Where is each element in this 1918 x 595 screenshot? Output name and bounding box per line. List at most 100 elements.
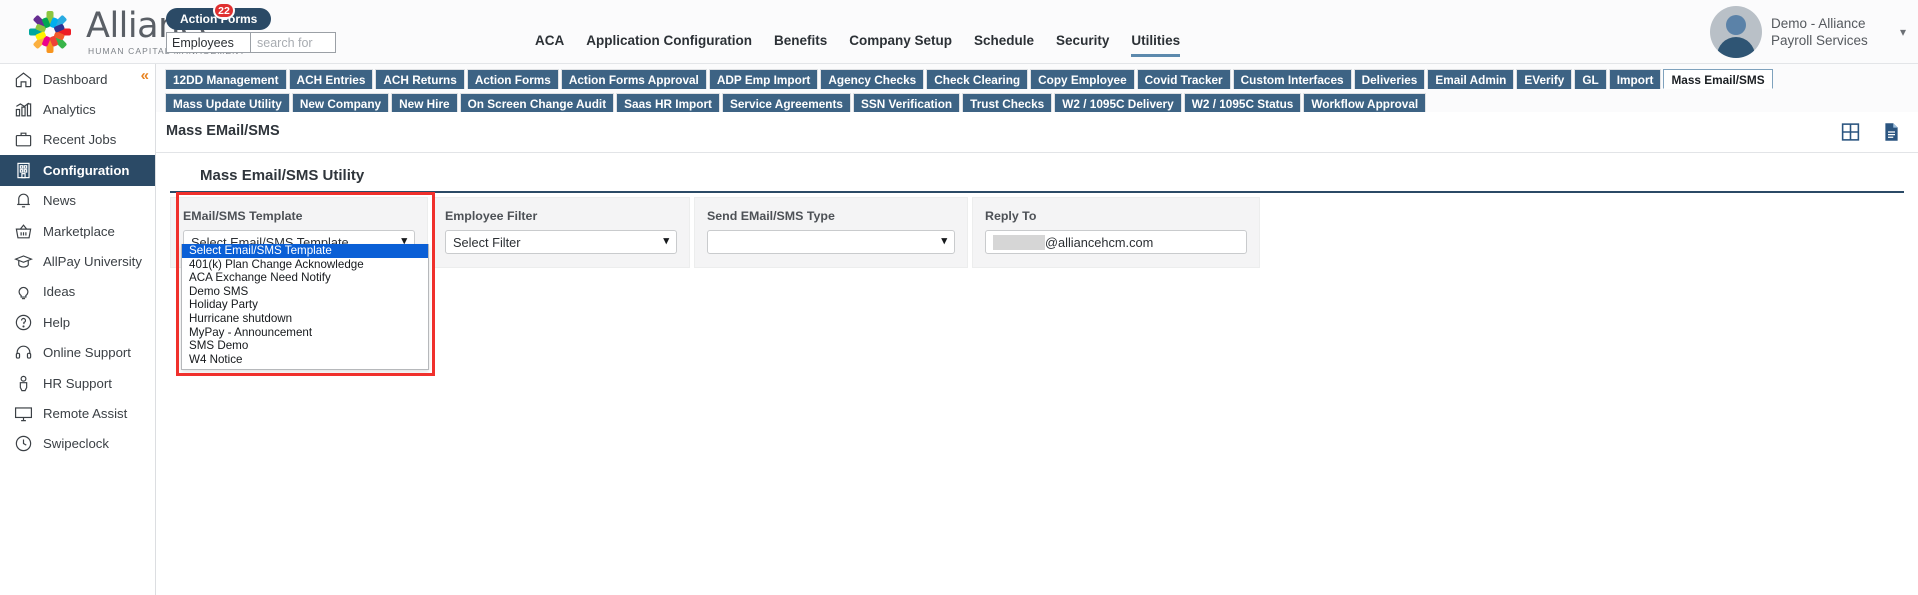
employee-filter-label: Employee Filter bbox=[445, 209, 538, 223]
utility-tab[interactable]: Mass Email/SMS bbox=[1663, 69, 1773, 89]
utility-tab[interactable]: Workflow Approval bbox=[1303, 93, 1427, 113]
question-circle-icon bbox=[15, 314, 32, 331]
nav-item-schedule[interactable]: Schedule bbox=[974, 33, 1034, 54]
sidebar-item-marketplace[interactable]: Marketplace bbox=[0, 216, 155, 246]
reply-to-label: Reply To bbox=[985, 209, 1037, 223]
sidebar-item-ideas[interactable]: Ideas bbox=[0, 277, 155, 307]
user-name: Demo - Alliance Payroll Services bbox=[1770, 16, 1868, 48]
user-menu[interactable]: Demo - Alliance Payroll Services ▾ bbox=[1709, 6, 1906, 58]
utility-tab[interactable]: Custom Interfaces bbox=[1232, 69, 1352, 89]
email-template-option[interactable]: 401(k) Plan Change Acknowledge bbox=[182, 258, 428, 272]
utility-tab[interactable]: ACH Returns bbox=[375, 69, 465, 89]
sidebar-item-label: HR Support bbox=[43, 375, 112, 391]
utility-tab[interactable]: Covid Tracker bbox=[1136, 69, 1231, 89]
redacted-value-block bbox=[993, 234, 1045, 250]
section-title: Mass Email/SMS Utility bbox=[200, 167, 365, 184]
document-icon[interactable] bbox=[1881, 121, 1902, 143]
reply-to-domain: @alliancehcm.com bbox=[1045, 234, 1154, 250]
sidebar-item-help[interactable]: Help bbox=[0, 307, 155, 337]
utility-tab[interactable]: New Hire bbox=[391, 93, 458, 113]
send-type-panel: Send EMail/SMS Type ▾ bbox=[694, 197, 968, 268]
utility-tab[interactable]: Action Forms bbox=[466, 69, 559, 89]
sidebar-item-news[interactable]: News bbox=[0, 186, 155, 216]
basket-icon bbox=[15, 223, 32, 239]
sidebar-collapse-icon[interactable]: « bbox=[141, 68, 149, 83]
chevron-down-icon[interactable]: ▾ bbox=[1900, 25, 1906, 39]
sidebar-item-configuration[interactable]: Configuration bbox=[0, 155, 155, 186]
nav-item-company-setup[interactable]: Company Setup bbox=[849, 33, 952, 54]
utility-tab[interactable]: W2 / 1095C Status bbox=[1183, 93, 1302, 113]
sidebar-item-dashboard[interactable]: Dashboard bbox=[0, 64, 155, 94]
search-input[interactable] bbox=[251, 33, 335, 52]
sidebar-item-label: Dashboard bbox=[43, 71, 108, 87]
utility-tab[interactable]: W2 / 1095C Delivery bbox=[1054, 93, 1182, 113]
utility-tab[interactable]: Check Clearing bbox=[926, 69, 1029, 89]
email-template-option[interactable]: MyPay - Announcement bbox=[182, 326, 428, 340]
utility-tab[interactable]: Import bbox=[1608, 69, 1662, 89]
utility-tab[interactable]: Service Agreements bbox=[721, 93, 851, 113]
sidebar-item-allpay-university[interactable]: AllPay University bbox=[0, 246, 155, 276]
home-icon bbox=[15, 72, 32, 87]
utility-tab[interactable]: Mass Update Utility bbox=[165, 93, 290, 113]
utility-tab[interactable]: ACH Entries bbox=[288, 69, 374, 89]
utilities-tab-zone: 12DD Management ACH Entries ACH Returns Act… bbox=[156, 64, 1918, 113]
headset-icon bbox=[15, 345, 32, 359]
send-type-label: Send EMail/SMS Type bbox=[707, 209, 835, 223]
sidebar-item-remote-assist[interactable]: Remote Assist bbox=[0, 398, 155, 428]
email-template-option[interactable]: ACA Exchange Need Notify bbox=[182, 271, 428, 285]
email-template-option[interactable]: Demo SMS bbox=[182, 285, 428, 299]
sidebar-item-label: Ideas bbox=[43, 284, 76, 300]
nav-item-application-configuration[interactable]: Application Configuration bbox=[586, 33, 752, 54]
utility-tab[interactable]: Copy Employee bbox=[1030, 69, 1135, 89]
utility-tab[interactable]: SSN Verification bbox=[853, 93, 961, 113]
nav-item-utilities[interactable]: Utilities bbox=[1131, 33, 1181, 57]
sidebar-item-label: Recent Jobs bbox=[43, 132, 117, 148]
search-scope-select[interactable]: Employees bbox=[167, 33, 251, 52]
send-type-select[interactable]: ▾ bbox=[707, 230, 955, 254]
global-search-group[interactable]: Employees bbox=[166, 32, 336, 53]
sidebar-item-label: Swipeclock bbox=[43, 436, 109, 452]
utility-tab[interactable]: Saas HR Import bbox=[616, 93, 720, 113]
sidebar-item-swipeclock[interactable]: Swipeclock bbox=[0, 429, 155, 459]
main-content: Mass Email/SMS Utility EMail/SMS Templat… bbox=[156, 153, 1918, 595]
utility-tab[interactable]: On Screen Change Audit bbox=[459, 93, 615, 113]
utility-tab[interactable]: 12DD Management bbox=[165, 69, 287, 89]
page-header-actions bbox=[1840, 121, 1902, 143]
grid-view-icon[interactable] bbox=[1840, 121, 1861, 143]
email-template-option[interactable]: W4 Notice bbox=[182, 353, 428, 367]
left-sidebar: « Dashboard Analytics Recent Jobs Config… bbox=[0, 64, 156, 595]
chart-icon bbox=[15, 102, 32, 117]
building-icon bbox=[17, 162, 30, 179]
reply-to-input[interactable]: @alliancehcm.com bbox=[985, 230, 1247, 254]
utility-tab[interactable]: Deliveries bbox=[1353, 69, 1426, 89]
avatar bbox=[1709, 6, 1762, 58]
sidebar-item-recent-jobs[interactable]: Recent Jobs bbox=[0, 125, 155, 155]
email-template-option[interactable]: Select Email/SMS Template bbox=[182, 244, 428, 258]
nav-item-security[interactable]: Security bbox=[1056, 33, 1109, 54]
utility-tab[interactable]: ADP Emp Import bbox=[708, 69, 819, 89]
person-icon bbox=[19, 375, 28, 391]
email-template-option[interactable]: Hurricane shutdown bbox=[182, 312, 428, 326]
utility-tab[interactable]: New Company bbox=[291, 93, 390, 113]
utility-tab[interactable]: Action Forms Approval bbox=[560, 69, 707, 89]
utility-tab[interactable]: Trust Checks bbox=[962, 93, 1053, 113]
bell-icon bbox=[17, 193, 30, 208]
utility-tab[interactable]: Email Admin bbox=[1427, 69, 1515, 89]
briefcase-icon bbox=[15, 133, 32, 147]
email-template-option[interactable]: SMS Demo bbox=[182, 339, 428, 353]
lightbulb-icon bbox=[18, 287, 29, 300]
sidebar-item-online-support[interactable]: Online Support bbox=[0, 338, 155, 368]
email-template-option[interactable]: Holiday Party bbox=[182, 298, 428, 312]
email-template-option-list[interactable]: Select Email/SMS Template 401(k) Plan Cha… bbox=[181, 244, 429, 371]
sidebar-item-label: Help bbox=[43, 314, 71, 330]
utility-tab[interactable]: EVerify bbox=[1516, 69, 1573, 89]
utility-tab[interactable]: GL bbox=[1574, 69, 1607, 89]
nav-item-aca[interactable]: ACA bbox=[535, 33, 564, 54]
reply-to-panel: Reply To @alliancehcm.com bbox=[972, 197, 1260, 268]
utility-tab[interactable]: Agency Checks bbox=[820, 69, 925, 89]
alliance-logo-icon bbox=[29, 11, 71, 53]
sidebar-item-analytics[interactable]: Analytics bbox=[0, 94, 155, 124]
sidebar-item-hr-support[interactable]: HR Support bbox=[0, 368, 155, 398]
nav-item-benefits[interactable]: Benefits bbox=[774, 33, 827, 54]
employee-filter-select[interactable]: Select Filter ▾ bbox=[445, 230, 677, 254]
